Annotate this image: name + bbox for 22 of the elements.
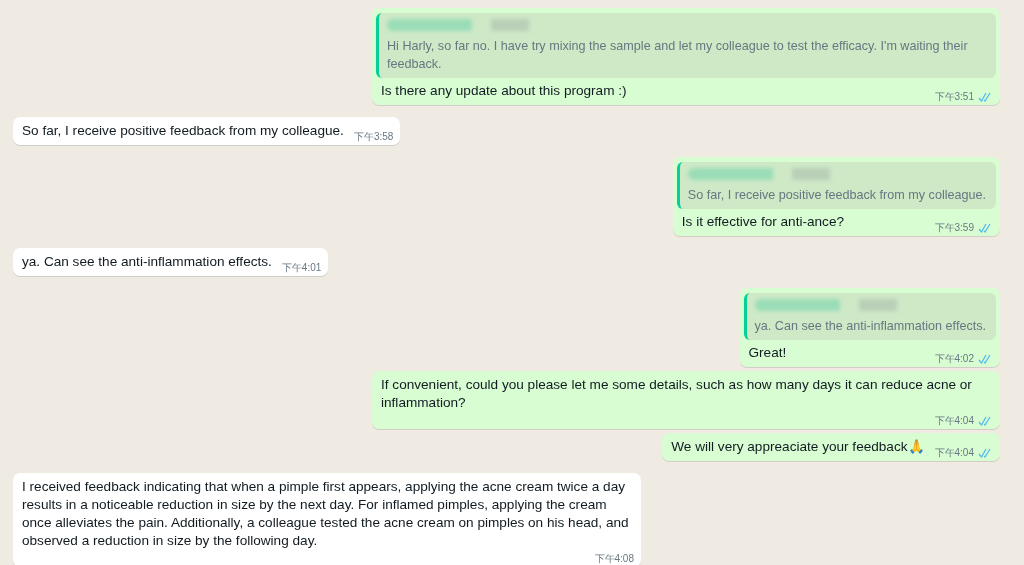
message-time: 下午3:58	[353, 131, 394, 143]
message-time: 下午4:04	[934, 447, 974, 459]
message-time: 下午4:08	[594, 553, 634, 565]
message-text: We will very appreaciate your feedback🙏	[671, 438, 925, 456]
quoted-text: ya. Can see the anti-inflammation effects.	[754, 319, 986, 333]
message-text: Is there any update about this program :)	[381, 82, 627, 100]
message-time: 下午3:51	[934, 91, 974, 103]
quoted-text: So far, I receive positive feedback from my colleague.	[687, 188, 986, 202]
message-time: 下午4:04	[934, 415, 974, 427]
quoted-message[interactable]: So far, I receive positive feedback from my colleague.	[676, 162, 996, 209]
message-text: So far, I receive positive feedback from my colleague.	[22, 122, 344, 140]
message-time: 下午3:59	[934, 222, 974, 234]
quoted-text: Hi Harly, so far no. I have try mixing the sample and let my colleague to test the efficacy. I'm waiting their feedback.	[387, 39, 968, 71]
message-time: 下午4:01	[281, 262, 322, 274]
message-time: 下午4:02	[934, 353, 974, 365]
message-text: If convenient, could you please let me some details, such as how many days it can reduce acne or inflammation?	[381, 376, 973, 412]
quoted-message[interactable]: Hi Harly, so far no. I have try mixing the sample and let my colleague to test the efficacy. I'm waiting their feedback.	[376, 13, 996, 78]
quoted-message[interactable]: ya. Can see the anti-inflammation effects.	[743, 293, 996, 340]
message-text: Great!	[748, 344, 787, 362]
message-text: Is it effective for anti-ance?	[681, 213, 844, 231]
message-text: ya. Can see the anti-inflammation effects.	[22, 253, 272, 271]
message-text: I received feedback indicating that when a pimple first appears, applying the acne cream twice a day results in a noticeable reduction in size by the next day. For inflamed pimples, applying the cream once alleviates the pain. Additionally, a colleague tested the acne cream on pimples on his head, and observed a reduction in size by the following day.	[22, 478, 630, 550]
